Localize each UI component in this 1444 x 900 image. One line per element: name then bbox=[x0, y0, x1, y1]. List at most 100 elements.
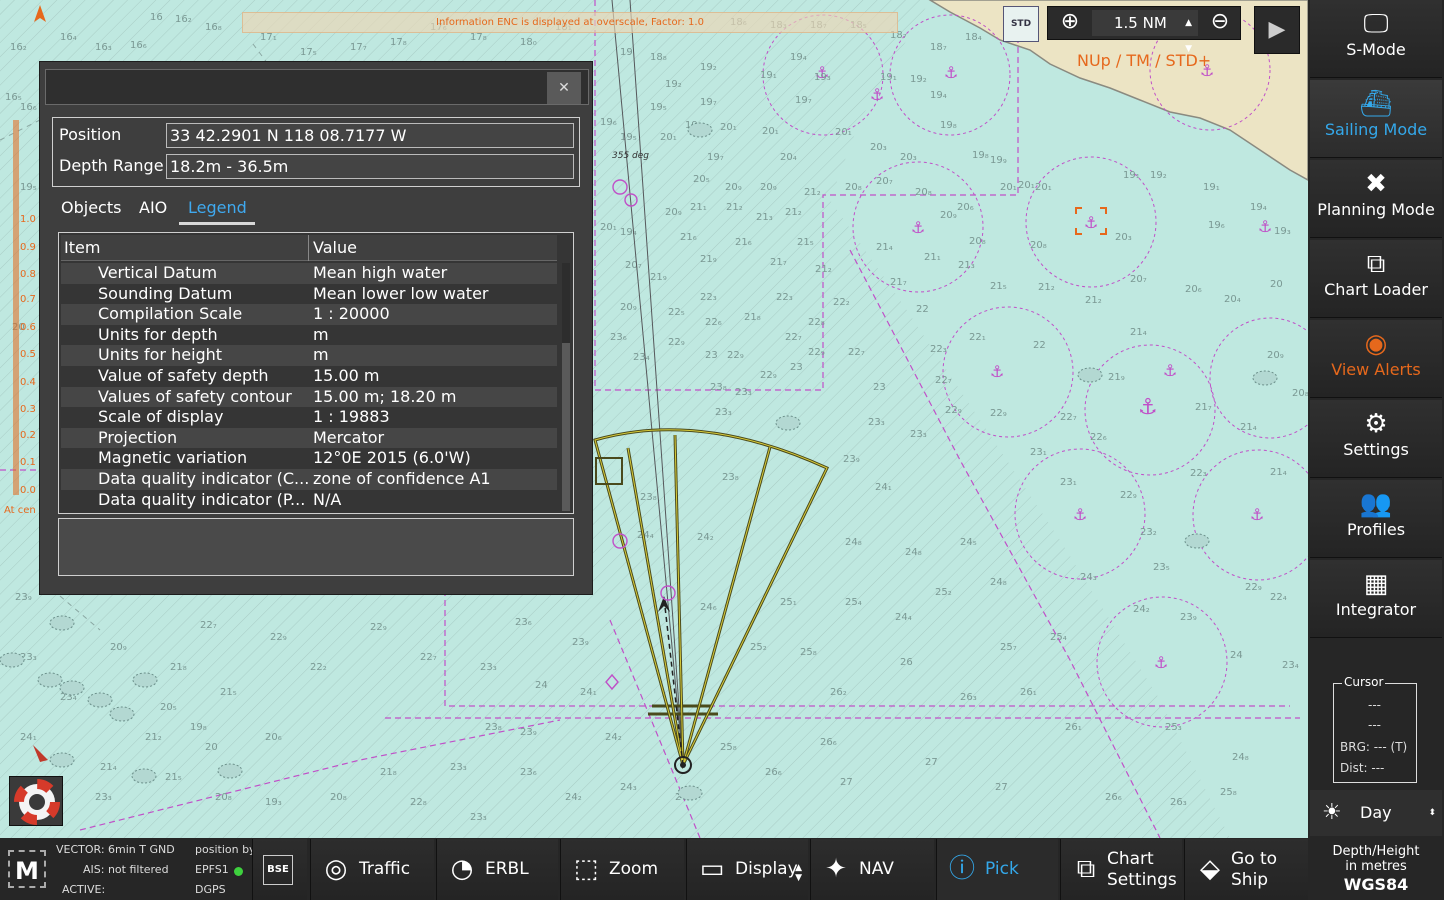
svg-text:24₃: 24₃ bbox=[620, 782, 637, 793]
table-row[interactable]: Values of safety contour 15.00 m; 18.20 m bbox=[61, 386, 557, 408]
svg-text:20₃: 20₃ bbox=[870, 142, 887, 153]
row-value: 15.00 m bbox=[313, 366, 380, 385]
svg-text:20₈: 20₈ bbox=[1030, 240, 1047, 251]
svg-text:19₅: 19₅ bbox=[620, 132, 637, 143]
day-night-select[interactable]: ☀ Day ⬍ bbox=[1310, 790, 1442, 836]
svg-text:16₆: 16₆ bbox=[20, 102, 37, 113]
cursor-bearing: BRG: --- (T) bbox=[1340, 740, 1408, 754]
svg-text:20₈: 20₈ bbox=[330, 792, 347, 803]
svg-text:23₉: 23₉ bbox=[520, 727, 537, 738]
svg-text:22₇: 22₇ bbox=[1060, 412, 1077, 423]
svg-text:19₂: 19₂ bbox=[700, 62, 717, 73]
table-row[interactable]: Value of safety depth 15.00 m bbox=[61, 366, 557, 387]
table-row[interactable]: Sounding Datum Mean lower low water bbox=[61, 284, 557, 305]
chart-loader-button[interactable]: ⧉ Chart Loader bbox=[1310, 240, 1442, 318]
svg-text:21₅: 21₅ bbox=[165, 772, 182, 783]
svg-text:22₉: 22₉ bbox=[808, 347, 825, 358]
ais-status: AIS: not filtered bbox=[83, 863, 169, 876]
svg-text:23₃: 23₃ bbox=[868, 417, 885, 428]
table-row[interactable]: Projection Mercator bbox=[61, 427, 557, 449]
scrollbar[interactable] bbox=[562, 263, 570, 511]
row-value: 12°0E 2015 (6.0'W) bbox=[313, 448, 471, 468]
planning-mode-button[interactable]: ✖ Planning Mode bbox=[1310, 160, 1442, 238]
display-button[interactable]: ▭ Display ▲ ▼ bbox=[686, 839, 808, 900]
go-to-ship-button[interactable]: ⬙ Go to Ship bbox=[1184, 839, 1308, 900]
row-value: 1 : 19883 bbox=[313, 407, 390, 427]
s-mode-button[interactable]: 🖵 S-Mode bbox=[1310, 0, 1442, 78]
zoom-button[interactable]: ⬚ Zoom bbox=[560, 839, 684, 900]
tab-legend[interactable]: Legend bbox=[188, 195, 247, 223]
svg-text:23: 23 bbox=[873, 382, 886, 393]
svg-text:21₂: 21₂ bbox=[815, 264, 832, 275]
integrator-button[interactable]: ▦ Integrator bbox=[1310, 560, 1442, 638]
table-row[interactable]: Data quality indicator (P... N/A bbox=[61, 490, 557, 511]
table-row[interactable]: Data quality indicator (C... zone of conf… bbox=[61, 469, 557, 490]
svg-text:20₈: 20₈ bbox=[915, 187, 932, 198]
svg-text:20₉: 20₉ bbox=[110, 642, 127, 653]
svg-text:22₃: 22₃ bbox=[700, 292, 717, 303]
svg-text:19₃: 19₃ bbox=[1274, 226, 1291, 237]
row-item: Units for height bbox=[98, 345, 223, 365]
chart-area[interactable]: ⚓⚓ ⚓⚓ ⚓⚓ ⚓⚓ ⚓⚓ ⚓⚓ ⚓ 19₅20₈20 23₉23₃24₁ 2… bbox=[0, 0, 1308, 838]
chart-settings-icon: ⧉ bbox=[1076, 854, 1096, 884]
svg-text:22₁: 22₁ bbox=[969, 332, 986, 343]
play-arrow-icon: ▶ bbox=[1268, 17, 1286, 42]
traffic-button[interactable]: ◎ Traffic bbox=[310, 839, 434, 900]
mob-button[interactable] bbox=[9, 776, 63, 826]
main-menu-button[interactable]: M bbox=[8, 850, 46, 888]
svg-text:22₉: 22₉ bbox=[945, 405, 962, 416]
tab-aio[interactable]: AIO bbox=[139, 195, 167, 223]
go-to-ship-icon: ⬙ bbox=[1200, 854, 1220, 884]
profiles-button[interactable]: 👥 Profiles bbox=[1310, 480, 1442, 558]
svg-text:19₂: 19₂ bbox=[665, 79, 682, 90]
orientation-mode[interactable]: NUp / TM / STD+ bbox=[1077, 51, 1211, 70]
table-row[interactable]: Compilation Scale 1 : 20000 bbox=[61, 304, 557, 325]
range-select[interactable]: 1.5 NM ▲ ▼ bbox=[1092, 10, 1198, 54]
svg-text:0.4: 0.4 bbox=[20, 377, 36, 388]
svg-text:0.6: 0.6 bbox=[20, 322, 36, 333]
forward-arrow-button[interactable]: ▶ bbox=[1254, 6, 1300, 54]
svg-text:22₇: 22₇ bbox=[785, 332, 802, 343]
svg-text:20₅: 20₅ bbox=[693, 174, 710, 185]
pick-button[interactable]: ⓘ Pick bbox=[936, 839, 1058, 900]
chart-loader-icon: ⧉ bbox=[1366, 249, 1386, 279]
table-header: Item Value bbox=[61, 235, 557, 261]
table-row[interactable]: Scale of display 1 : 19883 bbox=[61, 407, 557, 428]
tab-objects[interactable]: Objects bbox=[61, 195, 121, 223]
sailing-mode-button[interactable]: ⛴ Sailing Mode bbox=[1310, 80, 1442, 158]
nav-button[interactable]: ✦ NAV bbox=[810, 839, 934, 900]
svg-text:21₈: 21₈ bbox=[170, 662, 187, 673]
table-row[interactable]: Units for height m bbox=[61, 345, 557, 366]
column-header-value[interactable]: Value bbox=[313, 235, 357, 261]
svg-text:22₂: 22₂ bbox=[833, 297, 850, 308]
table-row[interactable]: Magnetic variation 12°0E 2015 (6.0'W) bbox=[61, 448, 557, 469]
view-alerts-button[interactable]: ◉ View Alerts bbox=[1310, 320, 1442, 398]
erbl-button[interactable]: ◔ ERBL bbox=[436, 839, 558, 900]
settings-button[interactable]: ⚙ Settings bbox=[1310, 400, 1442, 478]
row-item: Values of safety contour bbox=[98, 386, 292, 406]
column-header-item[interactable]: Item bbox=[64, 235, 100, 261]
svg-text:22₅: 22₅ bbox=[668, 307, 685, 318]
zoom-out-icon[interactable]: ⊖ bbox=[1200, 7, 1240, 39]
svg-text:21₂: 21₂ bbox=[1038, 282, 1055, 293]
svg-text:20₉: 20₉ bbox=[665, 207, 682, 218]
close-button[interactable]: ✕ bbox=[547, 72, 581, 104]
svg-text:20₄: 20₄ bbox=[780, 152, 797, 163]
svg-text:20₅: 20₅ bbox=[160, 702, 177, 713]
svg-text:⚓: ⚓ bbox=[990, 362, 1004, 381]
svg-text:24₅: 24₅ bbox=[960, 537, 977, 548]
zoom-in-icon[interactable]: ⊕ bbox=[1050, 7, 1090, 39]
svg-text:23₆: 23₆ bbox=[520, 767, 537, 778]
ship-icon: ⛴ bbox=[1359, 89, 1393, 119]
scroll-thumb[interactable] bbox=[562, 343, 570, 511]
row-item: Value of safety depth bbox=[98, 366, 269, 385]
svg-text:19₉: 19₉ bbox=[990, 155, 1007, 166]
bse-button[interactable]: BSE bbox=[252, 839, 307, 900]
std-icon[interactable]: STD bbox=[1003, 6, 1039, 42]
table-row[interactable]: Units for depth m bbox=[61, 325, 557, 346]
info-icon: ⓘ bbox=[948, 854, 975, 884]
svg-text:20₆: 20₆ bbox=[957, 202, 974, 213]
chart-settings-button[interactable]: ⧉ Chart Settings bbox=[1060, 839, 1182, 900]
table-row[interactable]: Vertical Datum Mean high water bbox=[61, 263, 557, 284]
position-box: Position 33 42.2901 N 118 08.7177 W Dept… bbox=[52, 117, 580, 187]
